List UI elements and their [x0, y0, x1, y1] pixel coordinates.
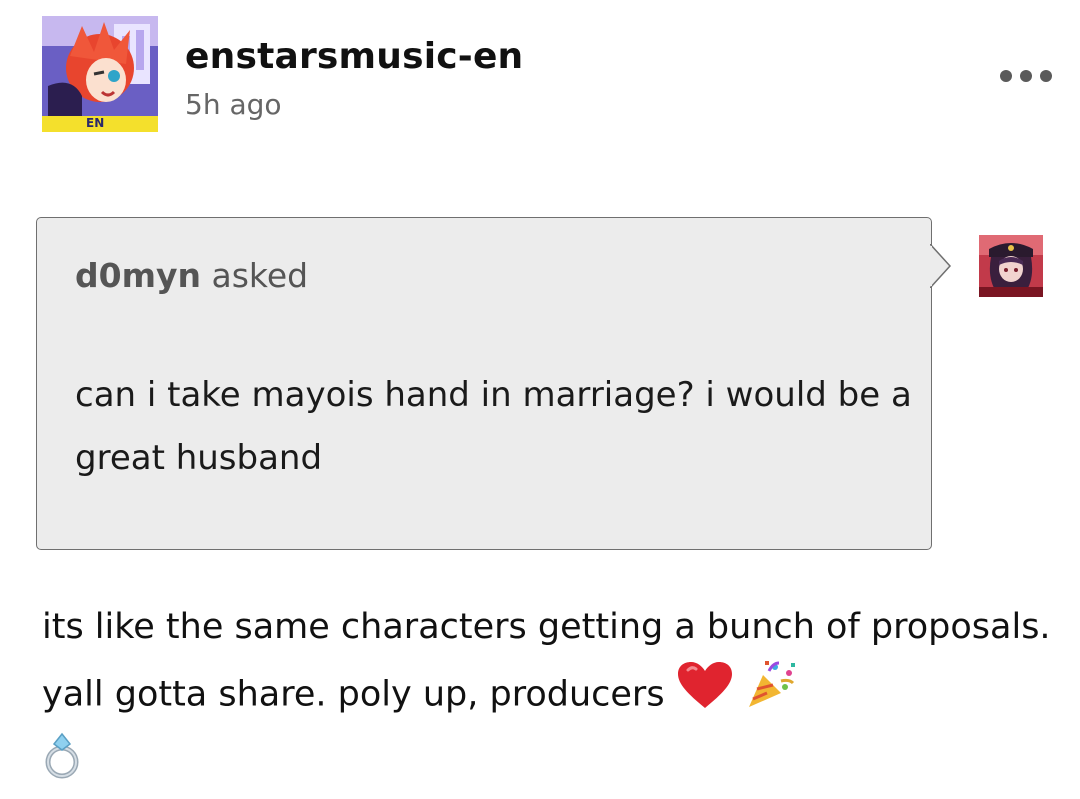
- asker-name[interactable]: d0myn: [75, 256, 201, 295]
- ask-bubble: d0myn asked can i take mayois hand in ma…: [36, 217, 932, 550]
- asker-avatar[interactable]: [979, 235, 1043, 297]
- avatar-badge: EN: [86, 116, 104, 130]
- red-heart-icon: [676, 660, 734, 731]
- ring-icon: [42, 732, 82, 799]
- party-popper-icon: [745, 659, 797, 732]
- post-card: EN enstarsmusic-en 5h ago d0myn asked ca…: [0, 0, 1080, 799]
- more-dot: [1040, 70, 1052, 82]
- ask-question: can i take mayois hand in marriage? i wo…: [75, 375, 912, 478]
- blog-avatar[interactable]: EN: [42, 16, 158, 132]
- more-options-button[interactable]: [1000, 62, 1052, 90]
- post-body: its like the same characters getting a b…: [42, 595, 1052, 799]
- blog-name[interactable]: enstarsmusic-en: [185, 36, 523, 77]
- more-horizontal-icon: [1000, 70, 1012, 82]
- asked-label: asked: [211, 256, 309, 295]
- asker-line: d0myn asked: [75, 256, 308, 295]
- more-dot: [1020, 70, 1032, 82]
- post-timestamp[interactable]: 5h ago: [185, 88, 282, 121]
- bubble-pointer: [930, 244, 952, 288]
- answer-text: its like the same characters getting a b…: [42, 607, 1051, 715]
